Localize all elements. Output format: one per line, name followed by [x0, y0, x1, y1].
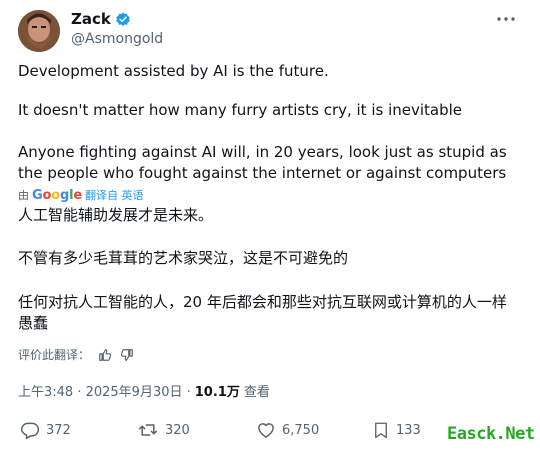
google-logo: Google [32, 187, 82, 203]
author-name[interactable]: Zack [71, 10, 111, 28]
repost-button[interactable]: 320 [137, 420, 190, 440]
author-handle[interactable]: @Asmongold [71, 31, 163, 47]
tweet-paragraph: It doesn't matter how many furry artists… [18, 101, 463, 119]
timestamp[interactable]: 上午3:48 · 2025年9月30日 · [18, 381, 191, 400]
reply-icon [20, 422, 40, 440]
author-name-row[interactable]: Zack [71, 10, 131, 28]
repost-icon [138, 424, 158, 436]
tweet-paragraph: Development assisted by AI is the future… [18, 62, 329, 80]
verified-badge-icon [116, 12, 130, 26]
reply-button[interactable]: 372 [20, 420, 71, 440]
thumbs-up-icon[interactable] [98, 348, 112, 362]
view-count: 10.1万 [194, 385, 240, 400]
bookmark-button[interactable]: 133 [372, 420, 421, 440]
bookmark-count: 133 [396, 422, 421, 438]
more-options-icon[interactable] [495, 11, 517, 27]
like-button[interactable]: 6,750 [256, 420, 319, 440]
translated-paragraph: 不管有多少毛茸茸的艺术家哭泣，这是不可避免的 [18, 249, 349, 267]
rate-translation-label: 评价此翻译： [18, 348, 91, 362]
repost-count: 320 [165, 422, 190, 438]
translation-source-link[interactable]: 翻译自 英语 [85, 187, 144, 203]
avatar[interactable] [18, 10, 60, 52]
like-count: 6,750 [282, 422, 320, 438]
translated-paragraph: 任何对抗人工智能的人，20 年后都会和那些对抗互联网或计算机的人一样愚蠢 [18, 293, 507, 332]
tweet-paragraph: Anyone fighting against AI will, in 20 y… [18, 143, 507, 182]
site-watermark: Easck.Net [447, 424, 535, 444]
translation-credit: 由 Google 翻译自 英语 [18, 187, 143, 203]
bookmark-icon [375, 422, 387, 439]
reply-count: 372 [46, 422, 71, 438]
tweet-meta: 上午3:48 · 2025年9月30日 · 10.1万 查看 [18, 381, 270, 400]
translated-paragraph: 人工智能辅助发展才是未来。 [18, 206, 214, 224]
translation-by-label: 由 [18, 189, 29, 202]
thumbs-down-icon[interactable] [120, 348, 134, 362]
rate-translation: 评价此翻译： [18, 346, 134, 363]
heart-icon [258, 423, 274, 438]
views-label: 查看 [243, 385, 270, 400]
